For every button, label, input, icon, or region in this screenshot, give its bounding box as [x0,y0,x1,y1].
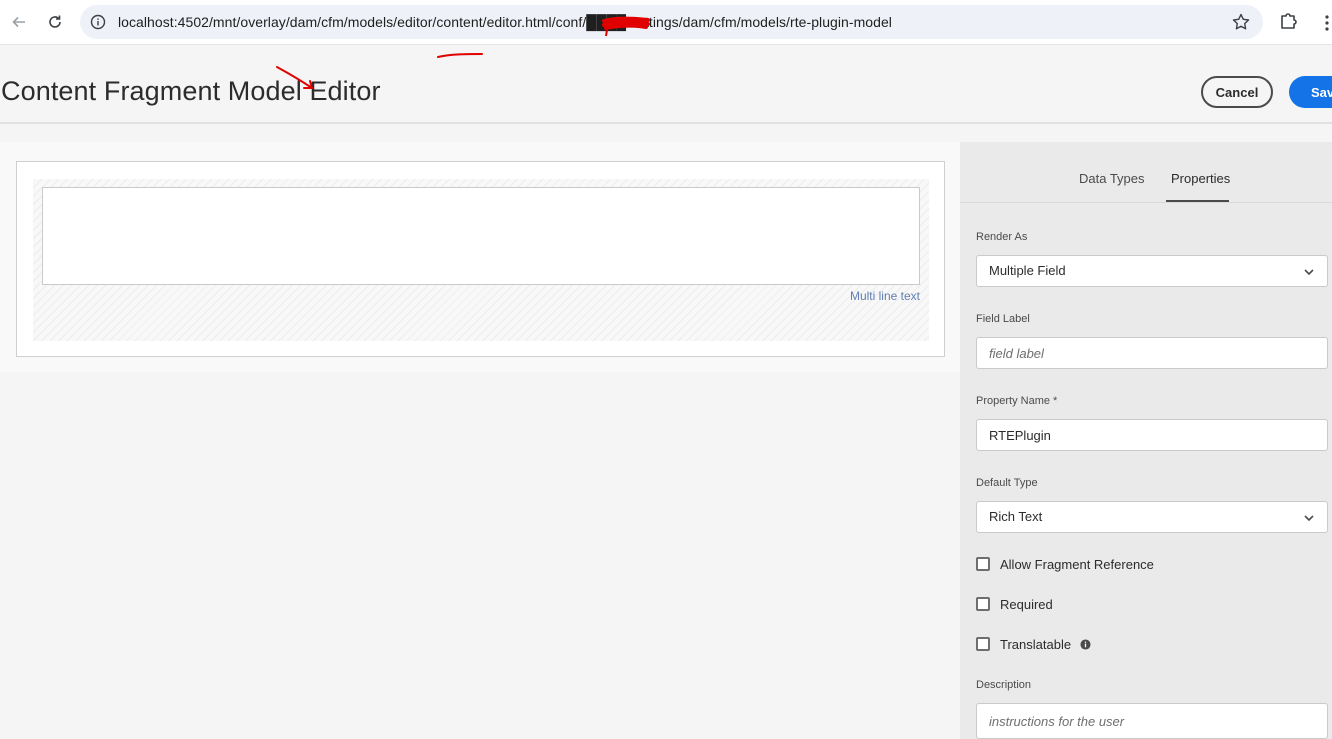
tab-properties[interactable]: Properties [1171,171,1230,186]
active-tab-indicator [1166,200,1229,202]
checkbox-label: Translatable [1000,636,1072,652]
description-input[interactable] [976,703,1328,739]
cancel-button[interactable]: Cancel [1201,76,1273,108]
page-title: Content Fragment Model Editor [1,76,381,106]
allow-fragment-reference-checkbox[interactable]: Allow Fragment Reference [976,556,1154,572]
extensions-icon[interactable] [1278,10,1300,32]
property-name-label: Property Name * [976,395,1058,407]
info-icon[interactable] [90,14,106,30]
model-canvas: Multi line text [0,142,960,372]
required-checkbox[interactable]: Required [976,596,1053,612]
panel-tabs: Data Types Properties [960,142,1332,203]
save-button[interactable]: Save [1289,76,1332,108]
checkbox-label: Allow Fragment Reference [1000,556,1154,572]
default-type-select[interactable]: Rich Text [976,501,1328,533]
app-header: Content Fragment Model Editor Cancel Sav… [0,46,1332,124]
default-type-label: Default Type [976,477,1038,489]
property-name-input[interactable] [976,419,1328,451]
multi-line-text-preview[interactable] [42,187,920,285]
info-icon[interactable] [1080,638,1091,650]
default-type-value: Rich Text [989,509,1043,524]
chevron-down-icon [1304,515,1314,522]
browser-toolbar: localhost:4502/mnt/overlay/dam/cfm/model… [0,0,1332,45]
translatable-checkbox[interactable]: Translatable [976,636,1091,652]
field-card[interactable]: Multi line text [16,161,945,357]
render-as-select[interactable]: Multiple Field [976,255,1328,287]
field-label-input[interactable] [976,337,1328,369]
field-label-label: Field Label [976,313,1030,325]
render-as-label: Render As [976,231,1028,243]
checkbox-label: Required [1000,596,1053,612]
tab-data-types[interactable]: Data Types [1079,171,1145,186]
field-type-label: Multi line text [849,289,920,303]
checkbox-box[interactable] [976,557,990,571]
reload-icon[interactable] [44,11,66,33]
url-text[interactable]: localhost:4502/mnt/overlay/dam/cfm/model… [118,14,892,30]
star-icon[interactable] [1231,12,1251,32]
menu-dots-icon[interactable] [1322,14,1332,32]
chevron-down-icon [1304,269,1314,276]
side-panel: Data Types Properties Render As Multiple… [960,142,1332,739]
checkbox-box[interactable] [976,597,990,611]
checkbox-box[interactable] [976,637,990,651]
back-arrow-icon[interactable] [8,11,30,33]
render-as-value: Multiple Field [989,263,1066,278]
address-bar[interactable]: localhost:4502/mnt/overlay/dam/cfm/model… [80,5,1263,39]
field-drop-zone: Multi line text [33,179,929,341]
description-label: Description [976,679,1032,691]
